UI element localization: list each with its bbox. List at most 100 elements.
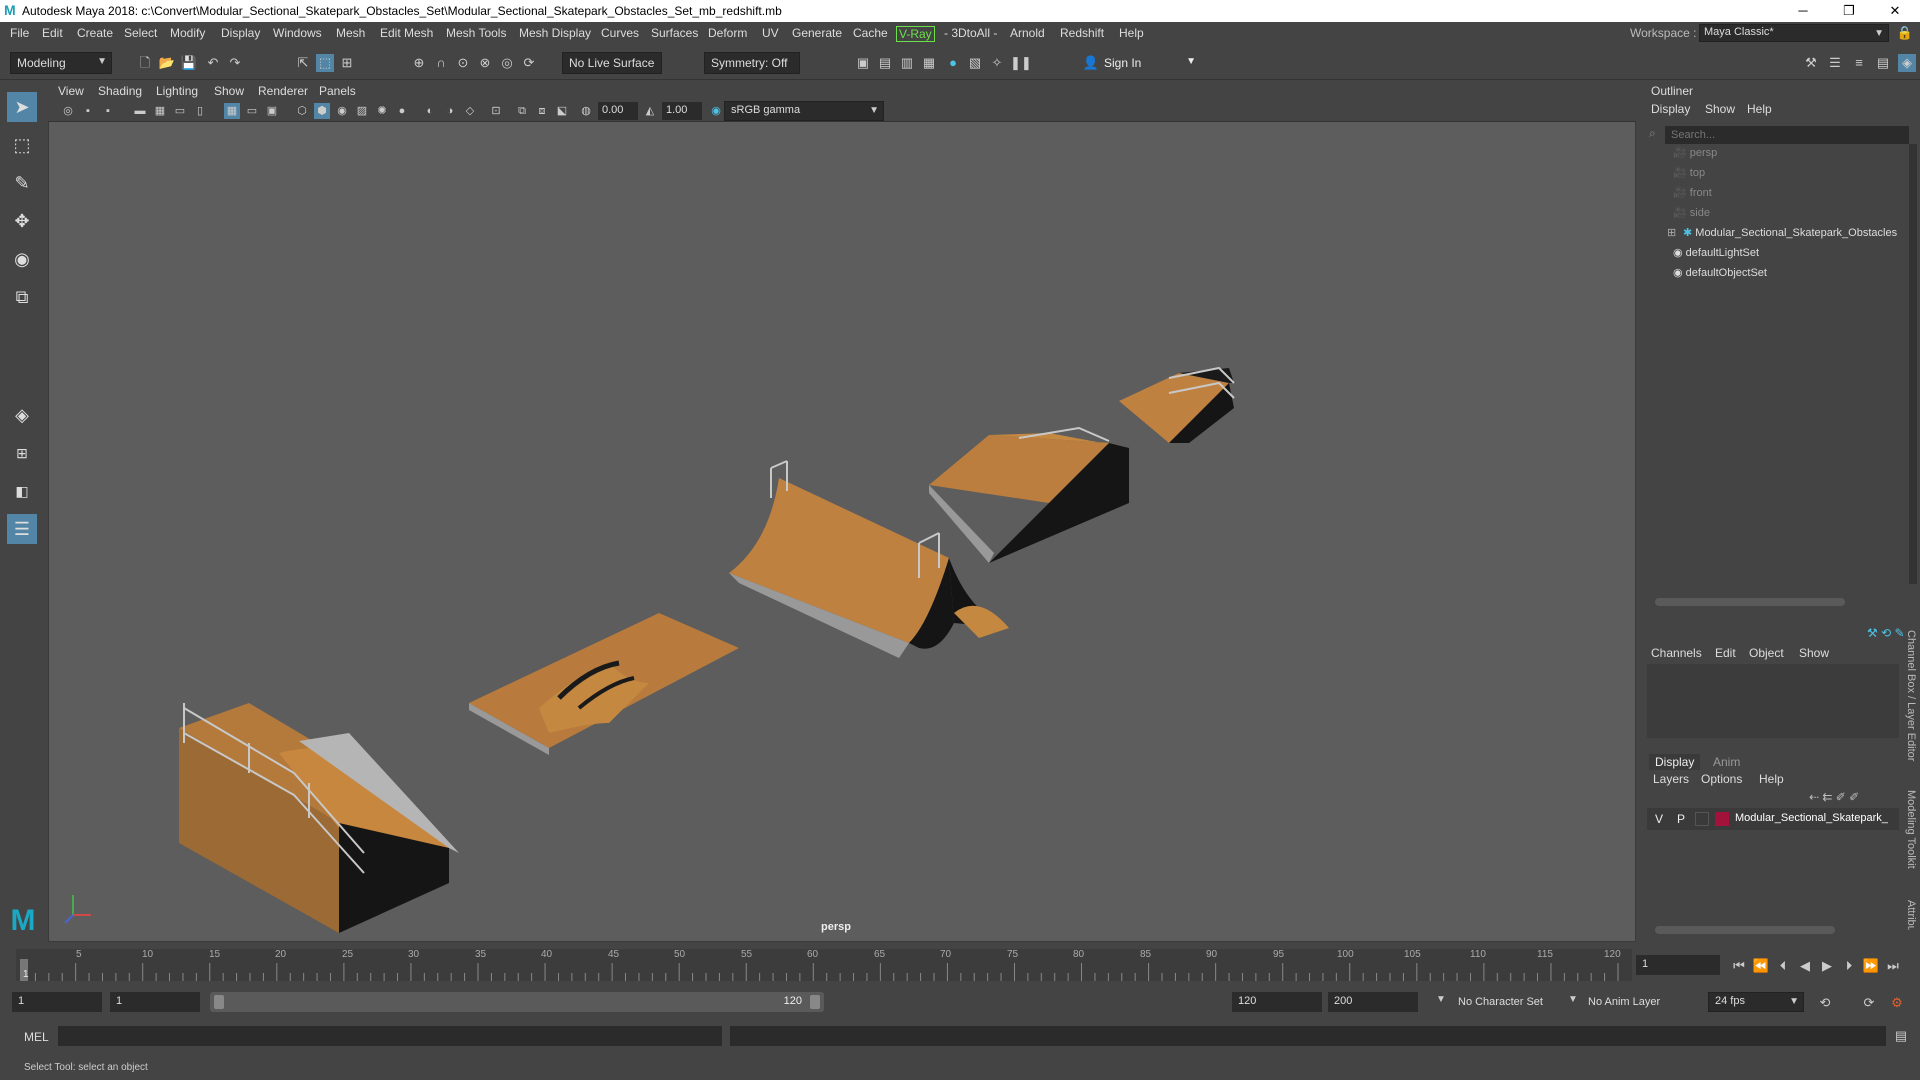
select-component-icon[interactable]: ⊞	[338, 54, 356, 72]
viewport-menu-panels[interactable]: Panels	[319, 84, 356, 98]
four-view-layout-icon[interactable]: ⊞	[7, 438, 37, 468]
snap-view-icon[interactable]: ⊗	[476, 54, 494, 72]
snap-point-icon[interactable]: ⊙	[454, 54, 472, 72]
menu-help[interactable]: Help	[1119, 26, 1144, 40]
channel-menu-edit[interactable]: Edit	[1715, 646, 1736, 660]
snap-grid-icon[interactable]: ⊕	[410, 54, 428, 72]
move-tool-icon[interactable]: ✥	[7, 206, 37, 236]
camera-select-icon[interactable]: ◎	[60, 103, 76, 119]
undo-icon[interactable]: ↶	[204, 54, 222, 72]
single-perspective-view-icon[interactable]: ◈	[7, 400, 37, 430]
close-button[interactable]: ✕	[1872, 0, 1918, 22]
menu-cache[interactable]: Cache	[853, 26, 888, 40]
fps-dropdown[interactable]: 24 fps ▼	[1708, 992, 1804, 1012]
layer-menu-layers[interactable]: Layers	[1653, 772, 1689, 786]
layer-playback-toggle[interactable]: P	[1677, 812, 1685, 826]
shadows-icon[interactable]: ●	[394, 103, 410, 119]
viewport-menu-view[interactable]: View	[58, 84, 84, 98]
outliner-item-obstacles-group[interactable]: ✱ Modular_Sectional_Skatepark_Obstacles	[1683, 226, 1897, 239]
animation-start-field[interactable]: 1	[12, 992, 102, 1012]
textured-icon[interactable]: ▨	[354, 103, 370, 119]
viewport-menu-shading[interactable]: Shading	[98, 84, 142, 98]
menu-create[interactable]: Create	[77, 26, 113, 40]
menu-mesh-display[interactable]: Mesh Display	[519, 26, 591, 40]
anim-layer-label[interactable]: No Anim Layer	[1588, 996, 1660, 1008]
range-slider-bar[interactable]: 1 120	[210, 992, 824, 1012]
film-gate-icon[interactable]: ▭	[172, 103, 188, 119]
snap-pivot-icon[interactable]: ⟳	[520, 54, 538, 72]
play-backwards-icon[interactable]: ◀	[1796, 957, 1814, 975]
outliner-item-side[interactable]: 🎥 side	[1673, 206, 1710, 219]
search-filter-icon[interactable]: ⌕	[1649, 126, 1656, 141]
menu-vray[interactable]: V-Ray	[896, 26, 935, 42]
layer-menu-options[interactable]: Options	[1701, 772, 1742, 786]
menu-file[interactable]: File	[10, 26, 29, 40]
layer-horizontal-scrollbar[interactable]	[1655, 926, 1835, 934]
rotate-tool-icon[interactable]: ◉	[7, 244, 37, 274]
timeline-track[interactable]: 1 5 10 15 20 25 30 35 40 45 50 55 60 65 …	[16, 949, 1632, 981]
menu-deform[interactable]: Deform	[708, 26, 747, 40]
chevron-down-icon[interactable]: ▼	[1436, 994, 1446, 1005]
outliner-item-persp[interactable]: 🎥 persp	[1673, 146, 1717, 159]
redo-icon[interactable]: ↷	[226, 54, 244, 72]
resolution-gate-icon[interactable]: ▯	[192, 103, 208, 119]
live-surface-field[interactable]: No Live Surface	[562, 52, 662, 74]
grid-view-icon[interactable]: ▦	[152, 103, 168, 119]
gamma-icon[interactable]: ◭	[642, 103, 658, 119]
channel-menu-channels[interactable]: Channels	[1651, 646, 1702, 660]
menu-edit-mesh[interactable]: Edit Mesh	[380, 26, 433, 40]
loop-icon[interactable]: ⟲	[1816, 994, 1834, 1012]
ambient-occlusion-icon[interactable]: ◐	[422, 103, 438, 119]
viewport-menu-lighting[interactable]: Lighting	[156, 84, 198, 98]
tab-display[interactable]: Display	[1649, 754, 1701, 770]
tool-settings-icon[interactable]: ≡	[1850, 54, 1868, 72]
open-scene-icon[interactable]: 📂	[158, 54, 176, 72]
menu-display[interactable]: Display	[221, 26, 260, 40]
menu-select[interactable]: Select	[124, 26, 157, 40]
layer-editor-toggle-icon[interactable]: ◈	[1898, 54, 1916, 72]
layer-display-type-toggle[interactable]	[1695, 812, 1709, 826]
select-object-icon[interactable]: ⬚	[316, 54, 334, 72]
color-management-icon[interactable]: ◉	[708, 103, 724, 119]
animation-end-field[interactable]: 200	[1328, 992, 1418, 1012]
persp-outliner-layout-icon[interactable]: ◧	[7, 476, 37, 506]
sign-in-button[interactable]: Sign In ▼	[1100, 52, 1200, 74]
menu-arnold[interactable]: Arnold	[1010, 26, 1045, 40]
modeling-toolkit-icon[interactable]: ⚒	[1802, 54, 1820, 72]
layer-row[interactable]: V P Modular_Sectional_Skatepark_	[1647, 808, 1899, 830]
outliner-item-front[interactable]: 🎥 front	[1673, 186, 1712, 199]
xray-joints-icon[interactable]: ⧈	[534, 103, 550, 119]
menu-edit[interactable]: Edit	[42, 26, 63, 40]
menu-set-dropdown[interactable]: Modeling ▼	[10, 52, 112, 74]
layer-tools-icon[interactable]: ⇠ ⇇ ✐ ✐	[1809, 790, 1859, 804]
gamma-field[interactable]: 1.00	[662, 102, 702, 120]
outliner-horizontal-scrollbar[interactable]	[1655, 598, 1845, 606]
side-tab-attribute-editor[interactable]: Attribute Editor	[1905, 900, 1917, 930]
menu-uv[interactable]: UV	[762, 26, 779, 40]
skatepark-obstacle-bank-rail[interactable]	[179, 703, 459, 933]
safe-action-icon[interactable]: ▭	[244, 103, 260, 119]
select-hierarchy-icon[interactable]: ⇱	[294, 54, 312, 72]
channel-menu-object[interactable]: Object	[1749, 646, 1784, 660]
animation-preferences-icon[interactable]: ⚙	[1888, 994, 1906, 1012]
tab-anim[interactable]: Anim	[1707, 754, 1746, 770]
character-set-label[interactable]: No Character Set	[1458, 996, 1543, 1008]
perspective-viewport[interactable]: persp	[48, 82, 1636, 942]
side-tab-modeling-toolkit[interactable]: Modeling Toolkit	[1905, 790, 1917, 869]
save-scene-icon[interactable]: 💾	[180, 54, 198, 72]
command-input[interactable]	[58, 1026, 722, 1046]
layer-color-swatch[interactable]	[1715, 812, 1729, 826]
bookmarks-icon[interactable]: ▪	[100, 103, 116, 119]
playback-end-field[interactable]: 120	[1232, 992, 1322, 1012]
viewport-menu-renderer[interactable]: Renderer	[258, 84, 308, 98]
color-space-dropdown[interactable]: sRGB gamma ▼	[724, 101, 884, 121]
outliner-menu-display[interactable]: Display	[1651, 102, 1690, 116]
menu-windows[interactable]: Windows	[273, 26, 322, 40]
new-scene-icon[interactable]: 🗋	[136, 54, 154, 72]
pause-icon[interactable]: ❚❚	[1010, 54, 1032, 72]
render-settings-icon[interactable]: ▦	[920, 54, 938, 72]
time-slider[interactable]: 1 5 10 15 20 25 30 35 40 45 50 55 60 65 …	[0, 945, 1920, 985]
render-frame-icon[interactable]: ▤	[876, 54, 894, 72]
minimize-button[interactable]: ─	[1780, 0, 1826, 22]
menu-mesh-tools[interactable]: Mesh Tools	[446, 26, 506, 40]
